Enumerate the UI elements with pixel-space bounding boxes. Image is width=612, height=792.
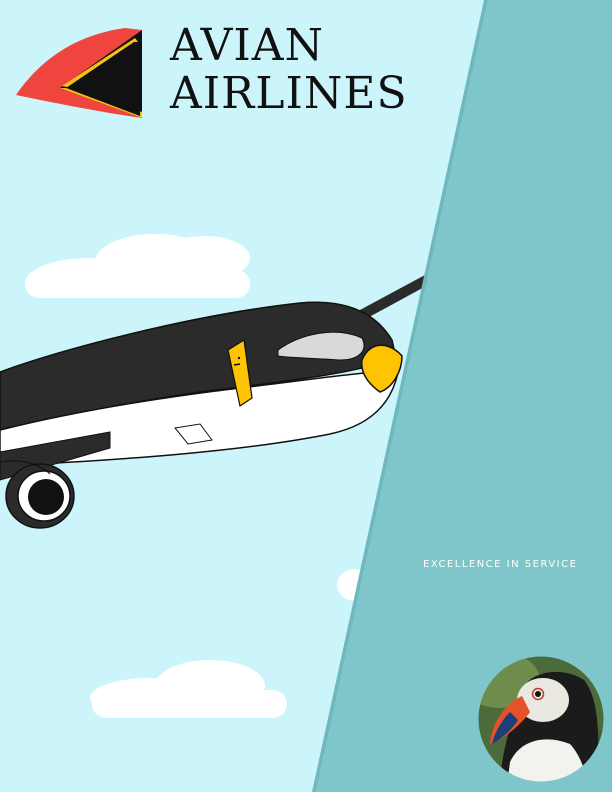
cover-page: AVIAN AIRLINES EXCELLENCE IN SERVICE xyxy=(0,0,612,792)
brand-wordmark: AVIAN AIRLINES xyxy=(170,22,408,118)
brand-name-line1: AVIAN xyxy=(170,20,325,71)
brand-name-line2: AIRLINES xyxy=(170,68,408,119)
tagline: EXCELLENCE IN SERVICE xyxy=(423,559,578,570)
